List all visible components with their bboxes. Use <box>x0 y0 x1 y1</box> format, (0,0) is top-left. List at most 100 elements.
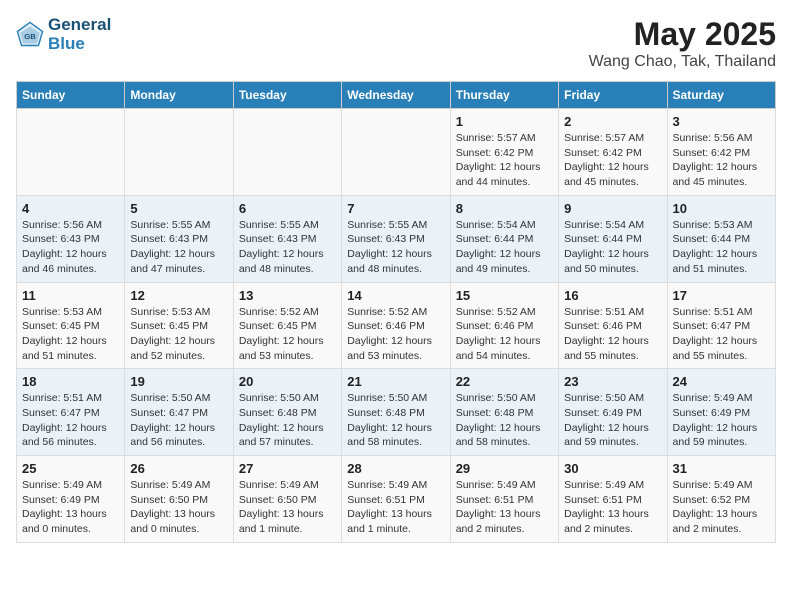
calendar-cell: 29Sunrise: 5:49 AMSunset: 6:51 PMDayligh… <box>450 456 558 543</box>
day-detail: Sunrise: 5:56 AMSunset: 6:43 PMDaylight:… <box>22 218 119 277</box>
day-detail: Sunrise: 5:50 AMSunset: 6:49 PMDaylight:… <box>564 391 661 450</box>
day-detail: Sunrise: 5:52 AMSunset: 6:45 PMDaylight:… <box>239 305 336 364</box>
calendar-cell: 6Sunrise: 5:55 AMSunset: 6:43 PMDaylight… <box>233 195 341 282</box>
day-number: 18 <box>22 374 119 389</box>
calendar-cell: 28 Sunrise: 5:49 AMSunset: 6:51 PMDayligh… <box>342 456 450 543</box>
calendar-cell: 9 Sunrise: 5:54 AMSunset: 6:44 PMDaylight… <box>559 195 667 282</box>
calendar-cell: 18 Sunrise: 5:51 AMSunset: 6:47 PMDayligh… <box>17 369 125 456</box>
day-number: 7 <box>347 201 444 216</box>
day-number: 9 <box>564 201 661 216</box>
day-number: 28 <box>347 461 444 476</box>
svg-text:GB: GB <box>24 32 36 41</box>
day-detail: Sunrise: 5:51 AMSunset: 6:46 PMDaylight:… <box>564 305 661 364</box>
calendar-cell <box>17 109 125 196</box>
calendar-week-1: 1 Sunrise: 5:57 AMSunset: 6:42 PMDaylight… <box>17 109 776 196</box>
page-title: May 2025 <box>589 16 776 53</box>
day-detail: Sunrise: 5:52 AMSunset: 6:46 PMDaylight:… <box>347 305 444 364</box>
day-number: 29 <box>456 461 553 476</box>
calendar-cell: 22Sunrise: 5:50 AMSunset: 6:48 PMDayligh… <box>450 369 558 456</box>
logo: GB General Blue <box>16 16 111 53</box>
calendar-cell: 19 Sunrise: 5:50 AMSunset: 6:47 PMDayligh… <box>125 369 233 456</box>
calendar-cell <box>125 109 233 196</box>
col-saturday: Saturday <box>667 82 775 109</box>
day-detail: Sunrise: 5:50 AMSunset: 6:48 PMDaylight:… <box>347 391 444 450</box>
day-detail: Sunrise: 5:50 AMSunset: 6:47 PMDaylight:… <box>130 391 227 450</box>
day-number: 6 <box>239 201 336 216</box>
calendar-cell: 11 Sunrise: 5:53 AMSunset: 6:45 PMDayligh… <box>17 282 125 369</box>
day-detail: Sunrise: 5:57 AMSunset: 6:42 PMDaylight:… <box>564 131 661 190</box>
day-detail: Sunrise: 5:49 AMSunset: 6:49 PMDaylight:… <box>673 391 770 450</box>
day-number: 4 <box>22 201 119 216</box>
header-row: Sunday Monday Tuesday Wednesday Thursday… <box>17 82 776 109</box>
day-number: 1 <box>456 114 553 129</box>
calendar-cell: 13Sunrise: 5:52 AMSunset: 6:45 PMDayligh… <box>233 282 341 369</box>
calendar-cell: 15 Sunrise: 5:52 AMSunset: 6:46 PMDayligh… <box>450 282 558 369</box>
calendar-cell: 26Sunrise: 5:49 AMSunset: 6:50 PMDayligh… <box>125 456 233 543</box>
calendar-cell: 1 Sunrise: 5:57 AMSunset: 6:42 PMDaylight… <box>450 109 558 196</box>
day-detail: Sunrise: 5:53 AMSunset: 6:44 PMDaylight:… <box>673 218 770 277</box>
day-number: 30 <box>564 461 661 476</box>
day-detail: Sunrise: 5:49 AMSunset: 6:51 PMDaylight:… <box>347 478 444 537</box>
day-number: 24 <box>673 374 770 389</box>
calendar-cell: 21Sunrise: 5:50 AMSunset: 6:48 PMDayligh… <box>342 369 450 456</box>
page-header: GB General Blue May 2025 Wang Chao, Tak,… <box>16 16 776 71</box>
day-number: 27 <box>239 461 336 476</box>
calendar-cell: 14Sunrise: 5:52 AMSunset: 6:46 PMDayligh… <box>342 282 450 369</box>
day-number: 12 <box>130 288 227 303</box>
col-friday: Friday <box>559 82 667 109</box>
day-detail: Sunrise: 5:55 AMSunset: 6:43 PMDaylight:… <box>347 218 444 277</box>
day-detail: Sunrise: 5:49 AMSunset: 6:52 PMDaylight:… <box>673 478 770 537</box>
day-detail: Sunrise: 5:54 AMSunset: 6:44 PMDaylight:… <box>564 218 661 277</box>
calendar-body: 1 Sunrise: 5:57 AMSunset: 6:42 PMDaylight… <box>17 109 776 543</box>
day-detail: Sunrise: 5:51 AMSunset: 6:47 PMDaylight:… <box>673 305 770 364</box>
day-detail: Sunrise: 5:53 AMSunset: 6:45 PMDaylight:… <box>130 305 227 364</box>
day-detail: Sunrise: 5:51 AMSunset: 6:47 PMDaylight:… <box>22 391 119 450</box>
col-monday: Monday <box>125 82 233 109</box>
calendar-header: Sunday Monday Tuesday Wednesday Thursday… <box>17 82 776 109</box>
day-detail: Sunrise: 5:50 AMSunset: 6:48 PMDaylight:… <box>239 391 336 450</box>
day-number: 22 <box>456 374 553 389</box>
day-number: 23 <box>564 374 661 389</box>
day-detail: Sunrise: 5:55 AMSunset: 6:43 PMDaylight:… <box>130 218 227 277</box>
day-number: 17 <box>673 288 770 303</box>
day-number: 3 <box>673 114 770 129</box>
day-detail: Sunrise: 5:52 AMSunset: 6:46 PMDaylight:… <box>456 305 553 364</box>
day-detail: Sunrise: 5:56 AMSunset: 6:42 PMDaylight:… <box>673 131 770 190</box>
calendar-cell <box>342 109 450 196</box>
day-number: 11 <box>22 288 119 303</box>
calendar-cell: 2Sunrise: 5:57 AMSunset: 6:42 PMDaylight… <box>559 109 667 196</box>
day-detail: Sunrise: 5:57 AMSunset: 6:42 PMDaylight:… <box>456 131 553 190</box>
calendar-cell: 3 Sunrise: 5:56 AMSunset: 6:42 PMDaylight… <box>667 109 775 196</box>
calendar-cell: 10Sunrise: 5:53 AMSunset: 6:44 PMDayligh… <box>667 195 775 282</box>
title-block: May 2025 Wang Chao, Tak, Thailand <box>589 16 776 71</box>
calendar-cell: 12 Sunrise: 5:53 AMSunset: 6:45 PMDayligh… <box>125 282 233 369</box>
day-number: 16 <box>564 288 661 303</box>
calendar-cell <box>233 109 341 196</box>
day-number: 31 <box>673 461 770 476</box>
calendar-week-2: 4 Sunrise: 5:56 AMSunset: 6:43 PMDaylight… <box>17 195 776 282</box>
calendar-week-3: 11 Sunrise: 5:53 AMSunset: 6:45 PMDayligh… <box>17 282 776 369</box>
col-wednesday: Wednesday <box>342 82 450 109</box>
logo-line2: Blue <box>48 35 111 54</box>
day-number: 8 <box>456 201 553 216</box>
calendar-cell: 24 Sunrise: 5:49 AMSunset: 6:49 PMDayligh… <box>667 369 775 456</box>
calendar-cell: 16 Sunrise: 5:51 AMSunset: 6:46 PMDayligh… <box>559 282 667 369</box>
calendar-cell: 17 Sunrise: 5:51 AMSunset: 6:47 PMDayligh… <box>667 282 775 369</box>
day-number: 15 <box>456 288 553 303</box>
day-number: 25 <box>22 461 119 476</box>
day-number: 26 <box>130 461 227 476</box>
logo-icon: GB <box>16 21 44 49</box>
day-detail: Sunrise: 5:53 AMSunset: 6:45 PMDaylight:… <box>22 305 119 364</box>
calendar-cell: 23 Sunrise: 5:50 AMSunset: 6:49 PMDayligh… <box>559 369 667 456</box>
col-sunday: Sunday <box>17 82 125 109</box>
calendar-cell: 5Sunrise: 5:55 AMSunset: 6:43 PMDaylight… <box>125 195 233 282</box>
page-subtitle: Wang Chao, Tak, Thailand <box>589 53 776 71</box>
calendar-cell: 31 Sunrise: 5:49 AMSunset: 6:52 PMDayligh… <box>667 456 775 543</box>
calendar-cell: 20Sunrise: 5:50 AMSunset: 6:48 PMDayligh… <box>233 369 341 456</box>
calendar-cell: 25 Sunrise: 5:49 AMSunset: 6:49 PMDayligh… <box>17 456 125 543</box>
calendar-cell: 8Sunrise: 5:54 AMSunset: 6:44 PMDaylight… <box>450 195 558 282</box>
day-detail: Sunrise: 5:49 AMSunset: 6:49 PMDaylight:… <box>22 478 119 537</box>
day-number: 19 <box>130 374 227 389</box>
col-thursday: Thursday <box>450 82 558 109</box>
day-detail: Sunrise: 5:49 AMSunset: 6:50 PMDaylight:… <box>239 478 336 537</box>
